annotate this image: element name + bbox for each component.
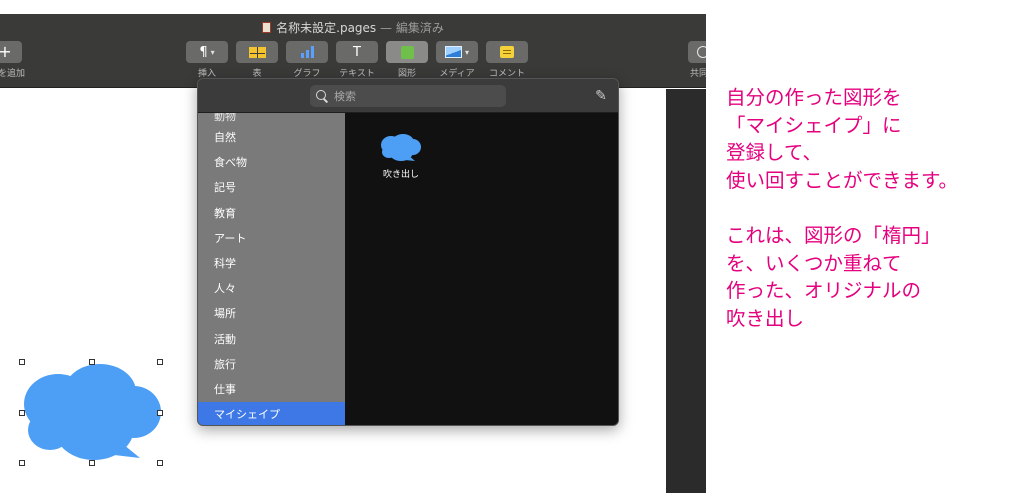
resize-handle-top-right[interactable] [157, 359, 163, 365]
category-education[interactable]: 教育 [198, 201, 345, 226]
annotation-line: 自分の作った図形を [726, 86, 902, 109]
window-title: 名称未設定.pages — 編集済み [0, 19, 706, 36]
pages-window: 名称未設定.pages — 編集済み + を追加 ¶ ▾ 挿入 表 グラフ T テ… [0, 0, 706, 493]
category-art[interactable]: アート [198, 226, 345, 251]
resize-handle-right[interactable] [157, 410, 163, 416]
category-places[interactable]: 場所 [198, 301, 345, 326]
category-my-shapes[interactable]: マイシェイプ [198, 402, 345, 425]
category-symbols[interactable]: 記号 [198, 175, 345, 200]
shape-icon [400, 45, 414, 59]
annotation-line: 登録して、 [726, 141, 822, 165]
share-icon [697, 46, 706, 58]
chart-button[interactable] [286, 41, 328, 63]
chart-icon [300, 46, 314, 58]
annotation-line: 「マイシェイプ」に [726, 113, 902, 137]
search-icon [315, 89, 329, 103]
insert-button[interactable]: ¶ ▾ [186, 41, 228, 63]
chevron-down-icon: ▾ [464, 47, 469, 57]
table-icon [248, 46, 266, 58]
document-name: 名称未設定.pages [276, 21, 377, 35]
resize-handle-top[interactable] [89, 359, 95, 365]
add-page-button[interactable]: + [0, 41, 22, 63]
annotation-spacer [726, 194, 1024, 222]
speech-cloud-icon [381, 134, 421, 161]
comment-icon [500, 46, 514, 58]
resize-handle-left[interactable] [19, 410, 25, 416]
resize-handle-bottom[interactable] [89, 460, 95, 466]
annotation-line: 吹き出し [726, 306, 805, 330]
toolbar: 名称未設定.pages — 編集済み + を追加 ¶ ▾ 挿入 表 グラフ T テ… [0, 14, 706, 88]
shapes-popover: 検索 ✎ 動物 自然 食べ物 記号 教育 アート 科学 人々 場所 活動 旅行 … [197, 78, 619, 426]
title-separator: — [376, 21, 396, 35]
annotation-line: 作った、オリジナルの [726, 279, 922, 303]
paragraph-icon: ¶ [199, 44, 208, 60]
chevron-down-icon: ▾ [210, 47, 215, 57]
collaborate-label: 共同 [690, 69, 706, 79]
category-nature[interactable]: 自然 [198, 125, 345, 150]
shape-tile-speech-cloud[interactable]: 吹き出し [375, 133, 427, 180]
shape-search-input[interactable]: 検索 [310, 85, 506, 107]
shape-button[interactable] [386, 41, 428, 63]
annotation-line: 使い回すことができます。 [726, 168, 959, 192]
category-travel[interactable]: 旅行 [198, 352, 345, 377]
collaborate-button[interactable] [688, 41, 706, 63]
shapes-popover-header: 検索 ✎ [198, 79, 618, 113]
resize-handle-bottom-left[interactable] [19, 460, 25, 466]
add-page-label: を追加 [0, 69, 26, 79]
speech-cloud-icon [24, 364, 161, 460]
annotation-line: これは、図形の「楕円」 [726, 223, 941, 247]
canvas-background [666, 89, 706, 493]
category-people[interactable]: 人々 [198, 276, 345, 301]
document-icon [262, 22, 272, 33]
text-button[interactable]: T [336, 41, 378, 63]
shape-category-list: 動物 自然 食べ物 記号 教育 アート 科学 人々 場所 活動 旅行 仕事 マイ… [198, 113, 345, 425]
category-food[interactable]: 食べ物 [198, 150, 345, 175]
resize-handle-top-left[interactable] [19, 359, 25, 365]
category-animals[interactable]: 動物 [198, 113, 345, 125]
search-placeholder: 検索 [334, 90, 356, 103]
resize-handle-bottom-right[interactable] [157, 460, 163, 466]
selected-speech-cloud-shape[interactable] [19, 359, 163, 466]
shape-grid: 吹き出し [345, 113, 618, 425]
comment-button[interactable] [486, 41, 528, 63]
category-work[interactable]: 仕事 [198, 377, 345, 402]
plus-icon: + [0, 42, 12, 61]
category-science[interactable]: 科学 [198, 251, 345, 276]
pencil-icon[interactable]: ✎ [592, 87, 610, 105]
media-button[interactable]: ▾ [436, 41, 478, 63]
annotation-text: 自分の作った図形を 「マイシェイプ」に 登録して、 使い回すことができます。 こ… [726, 84, 1024, 332]
text-icon: T [353, 44, 361, 60]
shape-tile-label: 吹き出し [382, 170, 419, 180]
media-icon [444, 46, 462, 58]
table-button[interactable] [236, 41, 278, 63]
category-activities[interactable]: 活動 [198, 327, 345, 352]
edit-status: 編集済み [395, 21, 444, 35]
annotation-line: を、いくつか重ねて [726, 251, 902, 275]
